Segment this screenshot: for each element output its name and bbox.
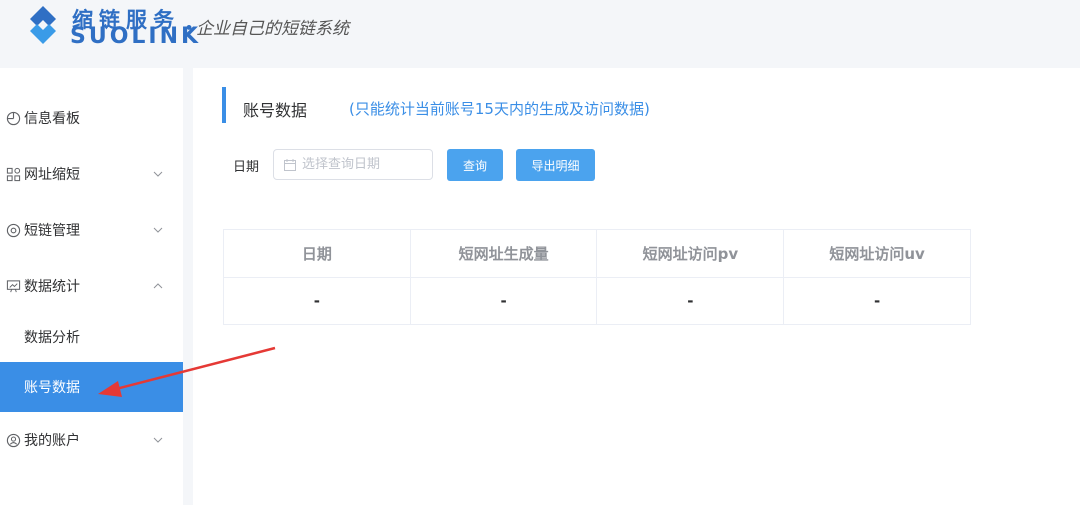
sidebar-item-statistics[interactable]: 数据统计: [0, 261, 183, 311]
sidebar-item-label: 账号数据: [24, 380, 80, 396]
chevron-up-icon: [153, 279, 163, 289]
slogan-dot: •: [184, 19, 195, 39]
sidebar-item-label: 网址缩短: [24, 167, 80, 183]
table-cell: -: [783, 277, 971, 325]
table-cell: -: [223, 277, 411, 325]
sidebar-item-dashboard[interactable]: 信息看板: [0, 93, 183, 143]
sidebar-item-my-account[interactable]: 我的账户: [0, 415, 183, 465]
sidebar-item-label: 数据统计: [24, 279, 80, 295]
sidebar-item-label: 信息看板: [24, 111, 80, 127]
sidebar-subitem-account-data[interactable]: 账号数据: [0, 362, 183, 412]
main-panel: 账号数据 (只能统计当前账号15天内的生成及访问数据) 日期 查询 导出明细 日…: [193, 68, 1080, 505]
chevron-down-icon: [153, 433, 163, 443]
sidebar-subitem-data-analysis[interactable]: 数据分析: [0, 312, 183, 362]
table-row: - - - -: [223, 277, 971, 325]
chevron-down-icon: [153, 223, 163, 233]
brand-slogan: • 企业自己的短链系统: [184, 14, 349, 39]
chevron-down-icon: [153, 167, 163, 177]
settings-icon: [4, 221, 22, 239]
table-cell: -: [409, 277, 598, 325]
sidebar-item-label: 我的账户: [24, 433, 80, 449]
column-header-pv: 短网址访问pv: [596, 229, 785, 278]
sidebar-item-url-shorten[interactable]: 网址缩短: [0, 149, 183, 199]
title-accent-bar: [222, 87, 226, 123]
column-header-date: 日期: [223, 229, 411, 278]
sidebar-item-link-manage[interactable]: 短链管理: [0, 205, 183, 255]
top-header: 缩链服务 SUOLINK • 企业自己的短链系统: [0, 0, 1080, 58]
suolink-logo-icon: [30, 6, 56, 44]
account-data-table: 日期 短网址生成量 短网址访问pv 短网址访问uv - - - -: [223, 229, 971, 325]
chart-icon: [4, 277, 22, 295]
column-header-generated: 短网址生成量: [409, 229, 598, 278]
brand-name-en: SUOLINK: [70, 24, 202, 49]
calendar-icon: [284, 158, 296, 171]
date-picker[interactable]: [273, 149, 433, 180]
export-detail-button[interactable]: 导出明细: [516, 149, 595, 181]
query-button[interactable]: 查询: [447, 149, 503, 181]
sidebar-item-label: 短链管理: [24, 223, 80, 239]
date-input[interactable]: [302, 157, 422, 172]
clock-icon: [4, 109, 22, 127]
slogan-text: 企业自己的短链系统: [196, 19, 350, 39]
page-title: 账号数据: [243, 101, 308, 120]
sidebar: 信息看板 网址缩短 短链管理 数据统计 数据分析 账号数据 我的账户: [0, 68, 183, 505]
table-cell: -: [596, 277, 785, 325]
column-header-uv: 短网址访问uv: [783, 229, 971, 278]
table-header-row: 日期 短网址生成量 短网址访问pv 短网址访问uv: [223, 229, 971, 278]
grid-icon: [4, 165, 22, 183]
page-title-note: (只能统计当前账号15天内的生成及访问数据): [349, 100, 650, 118]
sidebar-item-label: 数据分析: [24, 330, 80, 346]
user-icon: [4, 431, 22, 449]
date-filter-label: 日期: [233, 160, 260, 175]
